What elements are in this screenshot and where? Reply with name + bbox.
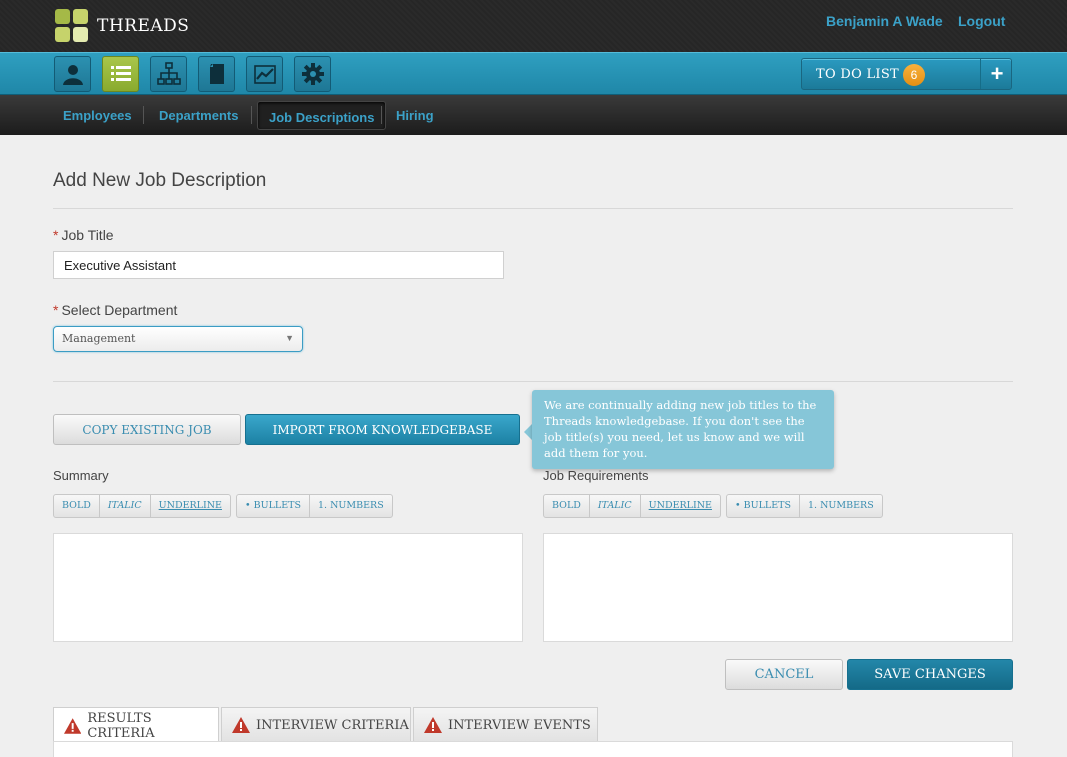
cancel-button[interactable]: CANCEL — [725, 659, 843, 690]
tab-panel — [53, 741, 1013, 757]
reports-button[interactable] — [246, 56, 283, 92]
user-name-link[interactable]: Benjamin A Wade — [826, 13, 943, 29]
required-mark: * — [53, 302, 59, 318]
import-knowledgebase-button[interactable]: IMPORT FROM KNOWLEDGEBASE — [245, 414, 520, 445]
summary-list-group: • BULLETS 1. NUMBERS — [236, 494, 393, 518]
department-selected-value: Management — [62, 332, 136, 345]
tab-label: INTERVIEW CRITERIA — [256, 717, 409, 733]
requirements-format-group: BOLD ITALIC UNDERLINE — [543, 494, 721, 518]
chart-icon — [253, 65, 276, 84]
org-chart-icon — [156, 62, 181, 85]
save-changes-button[interactable]: SAVE CHANGES — [847, 659, 1013, 690]
copy-existing-job-button[interactable]: COPY EXISTING JOB — [53, 414, 241, 445]
settings-button[interactable] — [294, 56, 331, 92]
people-button[interactable] — [54, 56, 91, 92]
summary-italic-button[interactable]: ITALIC — [100, 495, 151, 517]
list-icon — [110, 66, 131, 81]
job-title-label: * Job Title — [53, 227, 114, 243]
logout-link[interactable]: Logout — [958, 13, 1005, 29]
requirements-list-group: • BULLETS 1. NUMBERS — [726, 494, 883, 518]
brand-name: THREADS — [97, 16, 190, 36]
nav-separator — [381, 106, 382, 124]
requirements-underline-button[interactable]: UNDERLINE — [641, 495, 720, 517]
tab-interview-events[interactable]: INTERVIEW EVENTS — [413, 707, 598, 742]
requirements-numbers-button[interactable]: 1. NUMBERS — [800, 495, 882, 517]
tab-results-criteria[interactable]: RESULTS CRITERIA — [53, 707, 219, 743]
todo-count-badge: 6 — [903, 64, 925, 86]
summary-underline-button[interactable]: UNDERLINE — [151, 495, 230, 517]
add-todo-plus-icon[interactable]: + — [986, 62, 1008, 86]
person-icon — [62, 65, 83, 85]
warning-icon — [232, 717, 250, 733]
list-button[interactable] — [102, 56, 139, 92]
requirements-bold-button[interactable]: BOLD — [544, 495, 590, 517]
nav-separator — [251, 106, 252, 124]
documents-button[interactable] — [198, 56, 235, 92]
summary-bold-button[interactable]: BOLD — [54, 495, 100, 517]
summary-format-group: BOLD ITALIC UNDERLINE — [53, 494, 231, 518]
tab-label: INTERVIEW EVENTS — [448, 717, 591, 733]
tab-hiring[interactable]: Hiring — [396, 95, 434, 135]
warning-icon — [64, 717, 82, 734]
summary-label: Summary — [53, 468, 109, 483]
page-title: Add New Job Description — [53, 170, 267, 191]
gear-icon — [301, 63, 324, 85]
department-select[interactable]: Management ▼ — [53, 326, 303, 352]
document-icon — [209, 64, 224, 84]
requirements-bullets-button[interactable]: • BULLETS — [727, 495, 801, 517]
todo-list-label: TO DO LIST — [816, 67, 900, 82]
top-bar: THREADS Benjamin A Wade Logout — [0, 0, 1067, 52]
job-requirements-label: Job Requirements — [543, 468, 649, 483]
warning-icon — [424, 717, 442, 733]
tab-departments[interactable]: Departments — [159, 95, 238, 135]
threads-logo[interactable] — [55, 9, 89, 43]
org-chart-button[interactable] — [150, 56, 187, 92]
tab-interview-criteria[interactable]: INTERVIEW CRITERIA — [221, 707, 411, 742]
summary-bullets-button[interactable]: • BULLETS — [237, 495, 311, 517]
job-title-input[interactable] — [53, 251, 504, 279]
required-mark: * — [53, 227, 59, 243]
sub-navigation: Employees Departments Job Descriptions H… — [0, 95, 1067, 135]
tab-employees[interactable]: Employees — [63, 95, 132, 135]
divider — [53, 381, 1013, 382]
summary-editor[interactable] — [53, 533, 523, 642]
tab-label: RESULTS CRITERIA — [87, 710, 155, 741]
chevron-down-icon: ▼ — [285, 333, 294, 343]
main-toolbar: TO DO LIST 6 + — [0, 52, 1067, 95]
todo-divider — [980, 59, 981, 89]
requirements-editor[interactable] — [543, 533, 1013, 642]
todo-list-button[interactable]: TO DO LIST 6 + — [801, 58, 1012, 90]
tooltip-pointer — [524, 424, 532, 440]
nav-separator — [143, 106, 144, 124]
tab-job-descriptions[interactable]: Job Descriptions — [257, 101, 387, 130]
requirements-italic-button[interactable]: ITALIC — [590, 495, 641, 517]
knowledgebase-tooltip: We are continually adding new job titles… — [532, 390, 834, 469]
summary-numbers-button[interactable]: 1. NUMBERS — [310, 495, 392, 517]
department-label: * Select Department — [53, 302, 178, 318]
divider — [53, 208, 1013, 209]
